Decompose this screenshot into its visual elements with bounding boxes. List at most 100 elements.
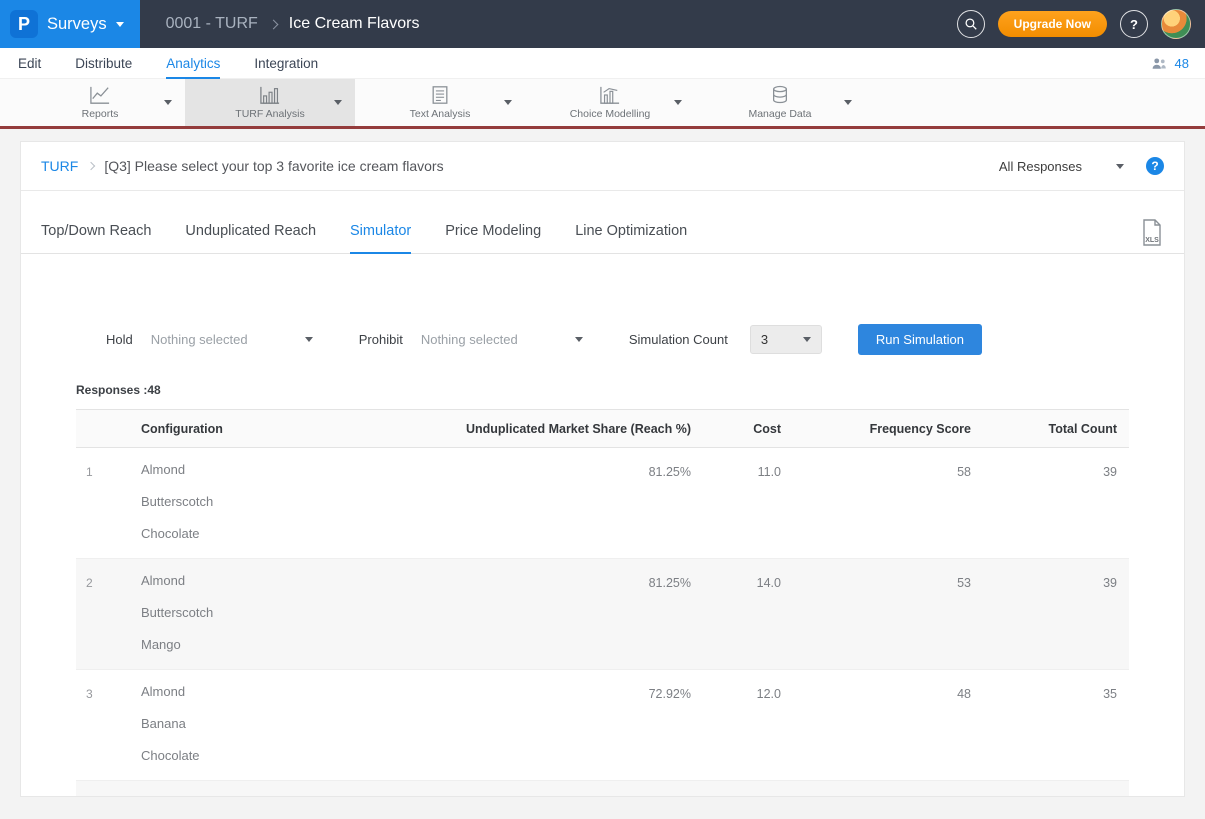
chevron-down-icon — [305, 337, 313, 342]
help-button[interactable]: ? — [1120, 10, 1148, 38]
hold-select[interactable]: Nothing selected — [147, 326, 317, 353]
toolbar-item-label: Choice Modelling — [570, 108, 651, 120]
chevron-down-icon — [803, 337, 811, 342]
configuration-item: Chocolate — [141, 518, 361, 550]
toolbar-item-turf-analysis[interactable]: TURF Analysis — [185, 79, 355, 126]
primary-nav: Edit Distribute Analytics Integration 48 — [0, 48, 1205, 79]
responses-filter-value: All Responses — [999, 159, 1082, 174]
panel-help-button[interactable]: ? — [1146, 157, 1164, 175]
table-row: 1 Almond Butterscotch Chocolate 81.25% 1… — [76, 448, 1129, 559]
user-avatar[interactable] — [1161, 9, 1191, 39]
row-frequency-score: 53 — [781, 559, 971, 669]
column-reach: Unduplicated Market Share (Reach %) — [361, 422, 691, 436]
breadcrumb-turf-link[interactable]: TURF — [41, 158, 78, 174]
text-analysis-doc-icon — [430, 85, 450, 105]
configuration-item: Almond — [141, 454, 361, 486]
app-screen: P Surveys 0001 - TURF Ice Cream Flavors … — [0, 0, 1205, 819]
nav-item-analytics[interactable]: Analytics — [166, 48, 220, 79]
export-xls-button[interactable]: XLS — [1140, 219, 1164, 247]
turf-bar-chart-icon — [259, 85, 281, 105]
toolbar-item-reports[interactable]: Reports — [15, 79, 185, 126]
tab-unduplicated-reach[interactable]: Unduplicated Reach — [185, 223, 316, 254]
table-row-partial — [76, 781, 1129, 796]
responses-count-label: Responses :48 — [21, 355, 1184, 409]
toolbar-item-label: Reports — [82, 108, 119, 120]
nav-item-distribute[interactable]: Distribute — [75, 48, 132, 79]
toolbar-item-label: Text Analysis — [410, 108, 471, 120]
chevron-down-icon[interactable] — [164, 100, 172, 105]
hold-label: Hold — [106, 332, 133, 347]
simulation-count-value: 3 — [761, 332, 768, 347]
row-cost: 11.0 — [691, 448, 781, 558]
configuration-item: Banana — [141, 708, 361, 740]
tab-price-modeling[interactable]: Price Modeling — [445, 223, 541, 254]
row-configuration: Almond Butterscotch Mango — [141, 559, 361, 669]
chevron-right-icon — [87, 162, 95, 170]
column-cost: Cost — [691, 422, 781, 436]
row-cost: 14.0 — [691, 559, 781, 669]
chevron-down-icon[interactable] — [504, 100, 512, 105]
toolbar-item-manage-data[interactable]: Manage Data — [695, 79, 865, 126]
table-row: 3 Almond Banana Chocolate 72.92% 12.0 48… — [76, 670, 1129, 781]
toolbar-item-choice-modelling[interactable]: Choice Modelling — [525, 79, 695, 126]
chevron-down-icon[interactable] — [844, 100, 852, 105]
table-header: Configuration Unduplicated Market Share … — [76, 410, 1129, 448]
configuration-item: Mango — [141, 629, 361, 661]
chevron-down-icon[interactable] — [334, 100, 342, 105]
row-index: 1 — [76, 448, 141, 558]
search-button[interactable] — [957, 10, 985, 38]
row-index: 3 — [76, 670, 141, 780]
nav-item-edit[interactable]: Edit — [18, 48, 41, 79]
choice-modelling-chart-icon — [599, 85, 621, 105]
questionpro-logo: P — [10, 10, 38, 38]
surveys-menu[interactable]: P Surveys — [0, 0, 140, 48]
prohibit-select[interactable]: Nothing selected — [417, 326, 587, 353]
reports-line-chart-icon — [89, 85, 111, 105]
row-total-count: 39 — [971, 448, 1129, 558]
respondents-summary[interactable]: 48 — [1150, 56, 1189, 71]
column-frequency-score: Frequency Score — [781, 422, 971, 436]
chevron-down-icon — [575, 337, 583, 342]
analytics-toolbar: Reports TURF Analysis Text Analysis Choi… — [0, 79, 1205, 129]
tab-simulator[interactable]: Simulator — [350, 223, 411, 254]
configuration-item: Chocolate — [141, 740, 361, 772]
chevron-down-icon[interactable] — [674, 100, 682, 105]
upgrade-now-button[interactable]: Upgrade Now — [998, 11, 1107, 37]
run-simulation-button[interactable]: Run Simulation — [858, 324, 982, 355]
configuration-item: Butterscotch — [141, 486, 361, 518]
people-icon — [1150, 57, 1168, 70]
prohibit-select-value: Nothing selected — [421, 332, 518, 347]
chevron-right-icon — [268, 19, 278, 29]
tab-line-optimization[interactable]: Line Optimization — [575, 223, 687, 254]
row-configuration: Almond Banana Chocolate — [141, 670, 361, 780]
product-name: Surveys — [47, 15, 107, 34]
row-configuration: Almond Butterscotch Chocolate — [141, 448, 361, 558]
panel-actions: All Responses ? — [999, 157, 1164, 175]
simulation-count-label: Simulation Count — [629, 332, 728, 347]
row-total-count: 35 — [971, 670, 1129, 780]
respondent-count: 48 — [1175, 56, 1189, 71]
responses-filter-dropdown[interactable]: All Responses — [999, 159, 1124, 174]
configuration-item: Almond — [141, 565, 361, 597]
row-total-count: 39 — [971, 559, 1129, 669]
toolbar-item-text-analysis[interactable]: Text Analysis — [355, 79, 525, 126]
survey-title: Ice Cream Flavors — [289, 15, 420, 33]
column-total-count: Total Count — [971, 422, 1129, 436]
row-reach: 72.92% — [361, 670, 691, 780]
search-icon — [964, 17, 978, 31]
simulation-results-table: Configuration Unduplicated Market Share … — [76, 409, 1129, 796]
row-cost: 12.0 — [691, 670, 781, 780]
toolbar-item-label: Manage Data — [748, 108, 811, 120]
survey-id[interactable]: 0001 - TURF — [166, 15, 258, 33]
chevron-down-icon — [1116, 164, 1124, 169]
panel-breadcrumb: TURF [Q3] Please select your top 3 favor… — [21, 142, 1184, 190]
column-configuration: Configuration — [141, 422, 361, 436]
tab-top-down-reach[interactable]: Top/Down Reach — [41, 223, 151, 254]
row-reach: 81.25% — [361, 559, 691, 669]
nav-item-integration[interactable]: Integration — [254, 48, 318, 79]
row-index: 2 — [76, 559, 141, 669]
header-actions: Upgrade Now ? — [957, 9, 1205, 39]
simulation-count-select[interactable]: 3 — [750, 325, 822, 354]
database-icon — [770, 85, 790, 105]
configuration-item: Butterscotch — [141, 597, 361, 629]
